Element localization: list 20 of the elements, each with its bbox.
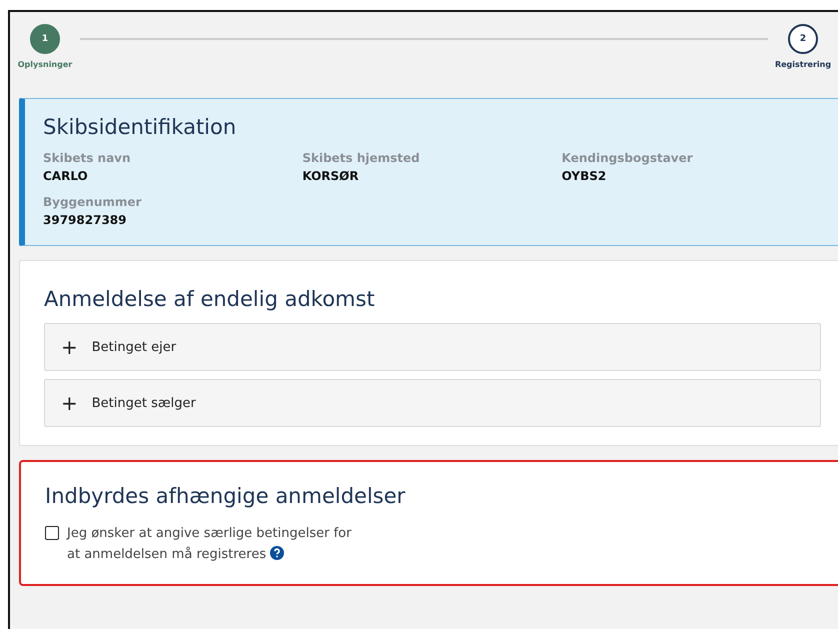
- field-value: 3979827389: [43, 213, 128, 227]
- card-title: Skibsidentifikation: [43, 115, 238, 139]
- field-value: KORSØR: [302, 169, 360, 183]
- accordion-item[interactable]: + Betinget sælger: [44, 379, 821, 427]
- step-circle[interactable]: 2: [788, 24, 818, 54]
- field-value: OYBS2: [562, 169, 608, 183]
- accordion-item[interactable]: + Betinget ejer: [44, 323, 821, 371]
- help-icon[interactable]: [270, 546, 284, 560]
- field-label: Byggenummer: [43, 195, 142, 209]
- step-label: Registrering: [774, 60, 832, 69]
- step-circle[interactable]: 1: [30, 24, 60, 54]
- section-title: Anmeldelse af endelig adkomst: [44, 287, 376, 311]
- step-label: Oplysninger: [18, 60, 72, 69]
- field-label: Kendingsbogstaver: [562, 151, 694, 165]
- field-label: Skibets hjemsted: [302, 151, 421, 165]
- field-value: CARLO: [43, 169, 89, 183]
- section-title: Indbyrdes afhængige anmeldelser: [45, 484, 406, 508]
- checkbox-label: Jeg ønsker at angive særlige betingelser for at anmeldelsen må registreres: [67, 525, 352, 564]
- checkbox[interactable]: [45, 526, 59, 540]
- field-label: Skibets navn: [43, 151, 132, 165]
